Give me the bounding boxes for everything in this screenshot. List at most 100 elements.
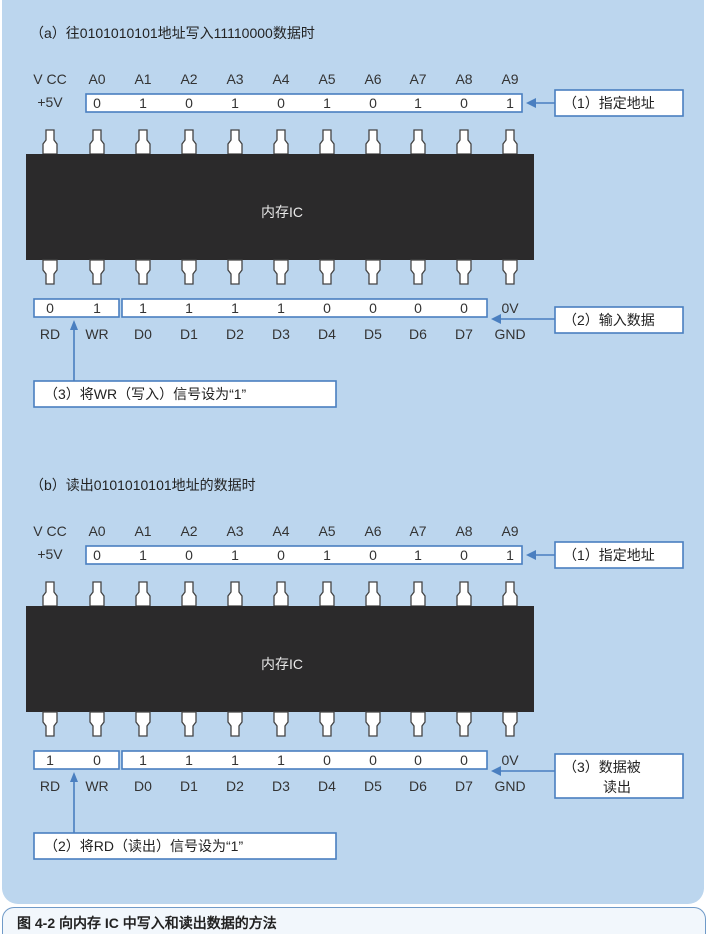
pin-label-a1: A1 <box>134 523 151 539</box>
pin-top <box>181 129 197 155</box>
address-bit-a4: 0 <box>277 547 285 563</box>
pin-label-wr: WR <box>85 778 108 794</box>
data-bit-d5: 0 <box>369 300 377 316</box>
pin-top <box>502 581 518 607</box>
section-heading: （b）读出0101010101地址的数据时 <box>30 477 256 493</box>
pin-label-a2: A2 <box>180 523 197 539</box>
pin-top <box>410 129 426 155</box>
pin-bottom <box>181 259 197 285</box>
pin-label-d1: D1 <box>180 326 198 342</box>
address-note-arrow-head <box>526 550 536 560</box>
pin-top <box>456 581 472 607</box>
data-note-text: 读出 <box>603 779 631 795</box>
pin-bottom <box>456 259 472 285</box>
data-note-arrow-head <box>491 314 501 324</box>
address-bit-a6: 0 <box>369 95 377 111</box>
pin-label-a2: A2 <box>180 71 197 87</box>
address-note-text: （1）指定地址 <box>563 95 655 111</box>
pin-top <box>227 129 243 155</box>
pin-label-d2: D2 <box>226 778 244 794</box>
address-bit-a3: 1 <box>231 547 239 563</box>
data-bit-d4: 0 <box>323 300 331 316</box>
pin-label-a9: A9 <box>501 71 518 87</box>
data-bit-d2: 1 <box>231 300 239 316</box>
pin-top <box>273 581 289 607</box>
memory-ic-diagram: （a）往0101010101地址写入11110000数据时 V CC A0 A1 A2 A… <box>26 25 684 860</box>
control-note-text: （2）将RD（读出）信号设为“1” <box>44 838 243 854</box>
gnd-value: 0V <box>501 300 519 316</box>
chip-label: 内存IC <box>261 204 303 220</box>
pin-label-a0: A0 <box>88 523 105 539</box>
caption-bar: 图 4-2 向内存 IC 中写入和读出数据的方法 <box>2 907 706 934</box>
pin-bottom <box>319 711 335 737</box>
pin-bottom <box>410 711 426 737</box>
data-bit-d4: 0 <box>323 752 331 768</box>
pin-top <box>89 129 105 155</box>
data-bit-d6: 0 <box>414 300 422 316</box>
data-note-arrow-head <box>491 766 501 776</box>
data-bit-d6: 0 <box>414 752 422 768</box>
pin-label-rd: RD <box>40 778 60 794</box>
pin-label-a6: A6 <box>364 71 381 87</box>
address-bit-a5: 1 <box>323 547 331 563</box>
pin-top <box>365 581 381 607</box>
address-note-arrow-head <box>526 98 536 108</box>
pin-bottom <box>181 711 197 737</box>
pin-bottom <box>365 711 381 737</box>
pin-top <box>89 581 105 607</box>
pin-bottom <box>135 259 151 285</box>
pin-top <box>273 129 289 155</box>
pin-bottom <box>502 259 518 285</box>
address-box <box>85 545 523 565</box>
pin-label-a3: A3 <box>226 71 243 87</box>
pin-top <box>410 581 426 607</box>
pin-label-d4: D4 <box>318 778 336 794</box>
address-bit-a3: 1 <box>231 95 239 111</box>
pin-label-wr: WR <box>85 326 108 342</box>
pin-top <box>42 581 58 607</box>
pin-label-d4: D4 <box>318 326 336 342</box>
pin-label-d5: D5 <box>364 326 382 342</box>
data-bit-d3: 1 <box>277 752 285 768</box>
pin-bottom <box>273 711 289 737</box>
pin-label-gnd: GND <box>494 778 525 794</box>
pin-bottom <box>135 711 151 737</box>
data-box <box>121 298 488 318</box>
section-heading: （a）往0101010101地址写入11110000数据时 <box>30 25 315 41</box>
pin-label-a5: A5 <box>318 523 335 539</box>
pin-label-a7: A7 <box>409 71 426 87</box>
pin-label-d0: D0 <box>134 778 152 794</box>
pin-label-d3: D3 <box>272 778 290 794</box>
pin-label-a6: A6 <box>364 523 381 539</box>
address-bit-a2: 0 <box>185 95 193 111</box>
data-bit-d2: 1 <box>231 752 239 768</box>
address-bit-a2: 0 <box>185 547 193 563</box>
address-bit-a8: 0 <box>460 547 468 563</box>
address-bit-a7: 1 <box>414 95 422 111</box>
pin-label-d6: D6 <box>409 778 427 794</box>
pin-bottom <box>410 259 426 285</box>
address-bit-a0: 0 <box>93 547 101 563</box>
pin-label-vcc: V CC <box>33 523 66 539</box>
address-bit-a0: 0 <box>93 95 101 111</box>
pin-bottom <box>227 259 243 285</box>
pin-label-a0: A0 <box>88 71 105 87</box>
vcc-value: +5V <box>37 546 63 562</box>
pin-top <box>319 581 335 607</box>
data-note-text: （2）输入数据 <box>563 312 655 328</box>
pin-label-vcc: V CC <box>33 71 66 87</box>
address-box <box>85 93 523 113</box>
pin-label-d7: D7 <box>455 778 473 794</box>
pin-label-a8: A8 <box>455 523 472 539</box>
address-bit-a6: 0 <box>369 547 377 563</box>
pin-label-a4: A4 <box>272 71 289 87</box>
control-bit-wr: 1 <box>93 300 101 316</box>
address-bit-a7: 1 <box>414 547 422 563</box>
pin-label-a3: A3 <box>226 523 243 539</box>
pin-top <box>135 129 151 155</box>
pin-bottom <box>502 711 518 737</box>
control-note-arrow-head <box>70 320 78 330</box>
control-bit-rd: 0 <box>46 300 54 316</box>
data-bit-d1: 1 <box>185 752 193 768</box>
chip-label: 内存IC <box>261 656 303 672</box>
